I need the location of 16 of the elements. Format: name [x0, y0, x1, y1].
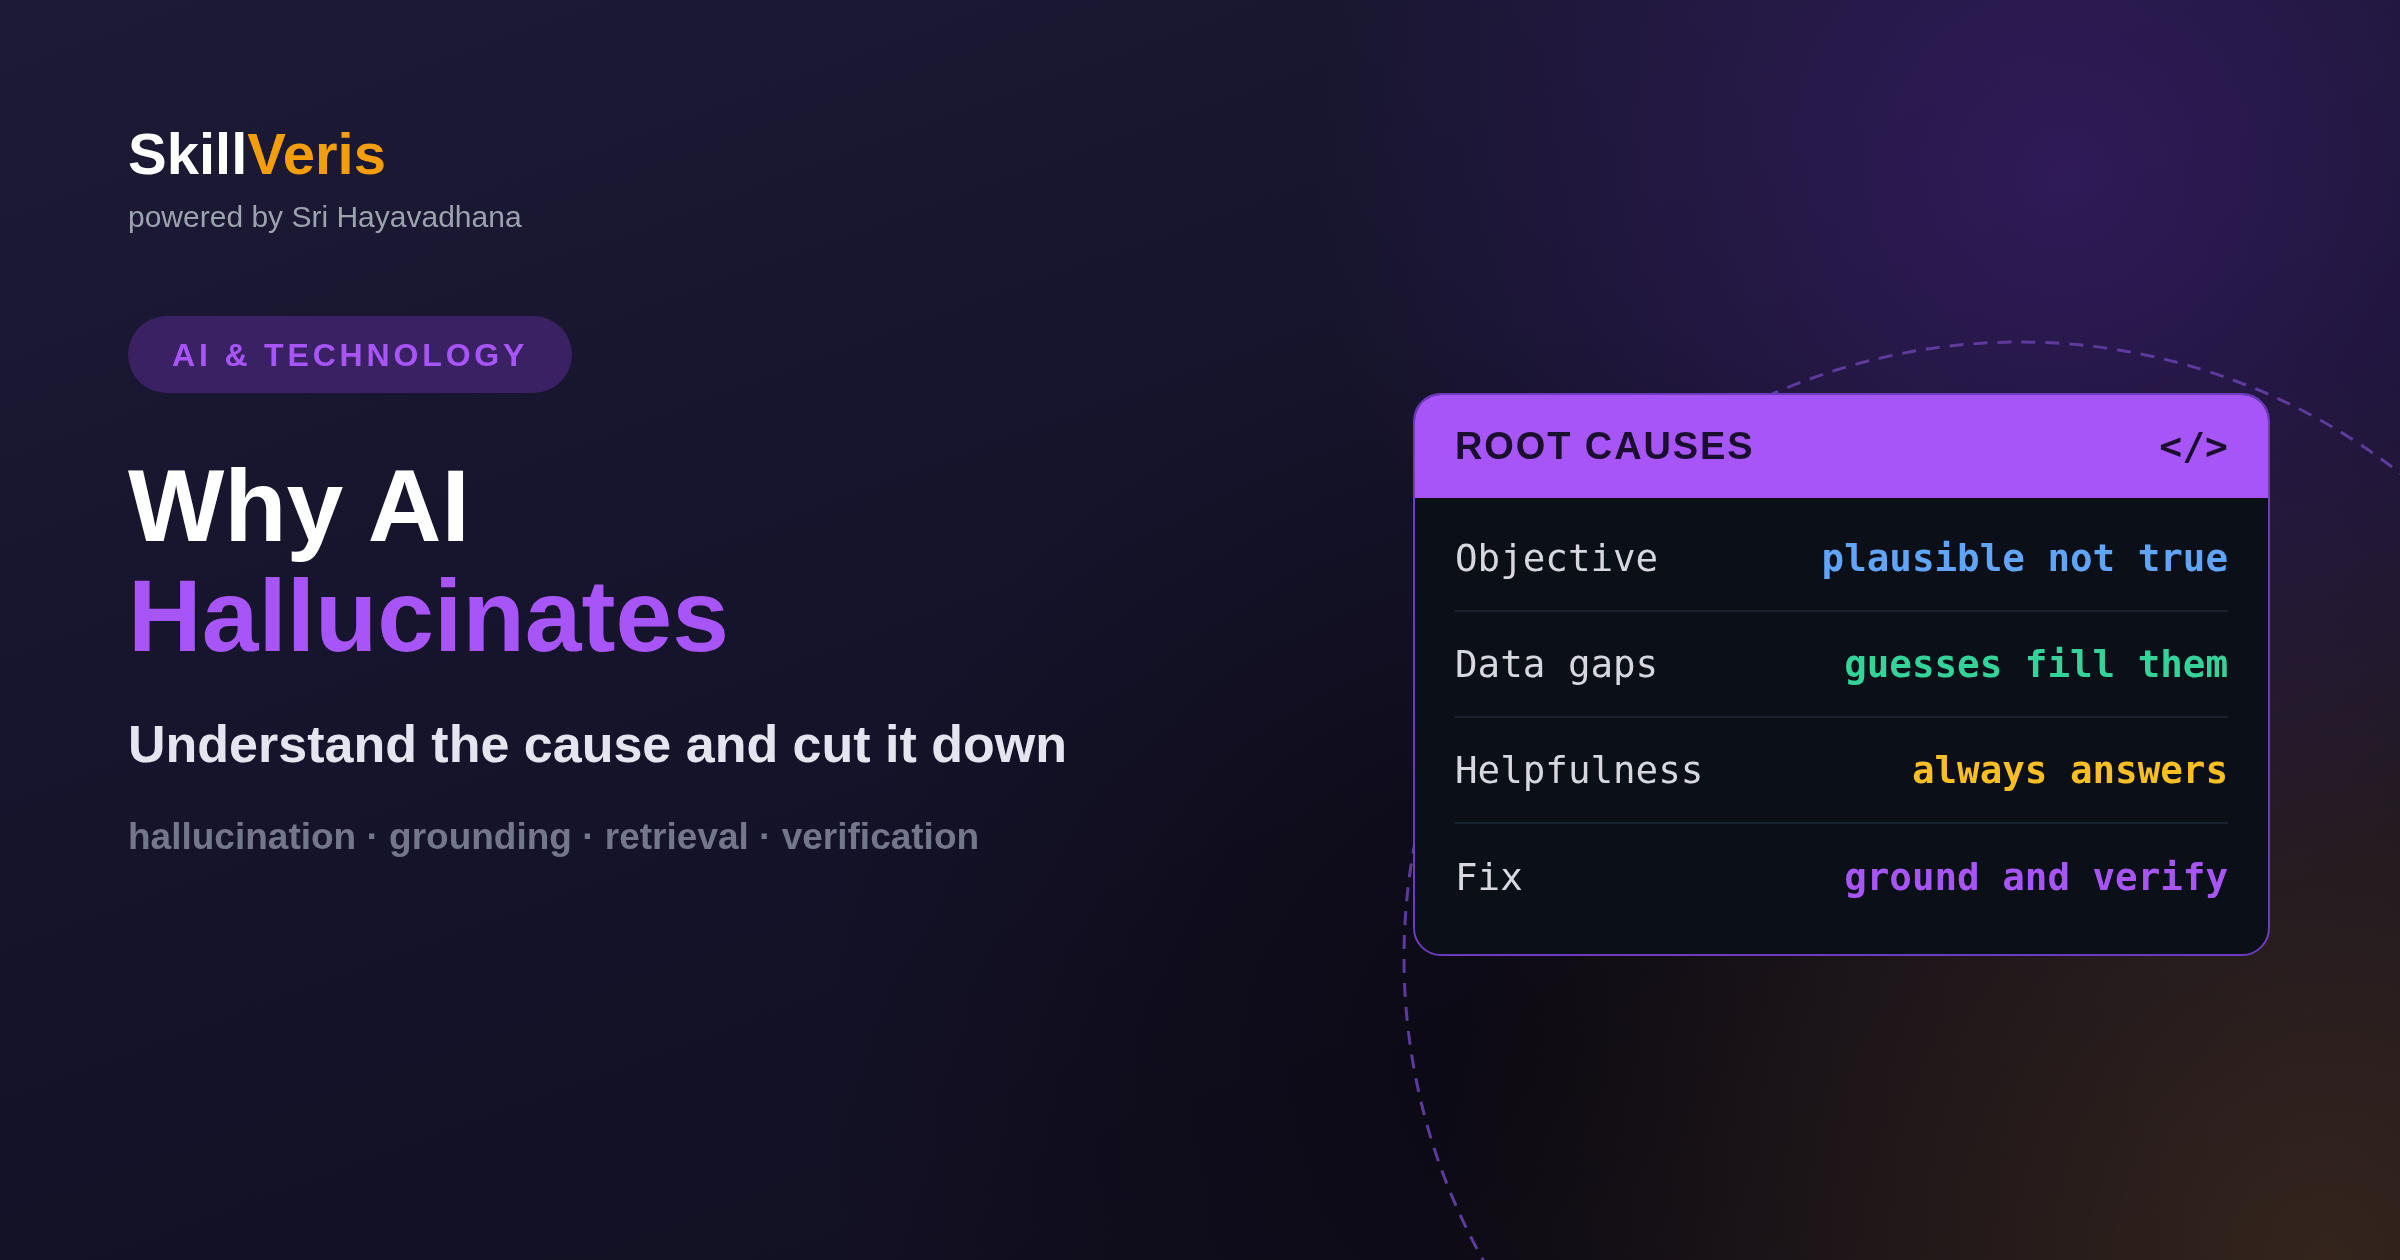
logo-text: SkillVeris — [128, 124, 386, 184]
row-label: Fix — [1455, 853, 1523, 901]
tagline: powered by Sri Hayavadhana — [128, 202, 522, 232]
row-value: always answers — [1911, 746, 2228, 794]
row-label: Helpfulness — [1455, 746, 1704, 794]
headline: Why AI Hallucinates — [128, 451, 729, 671]
row-value: plausible not true — [1821, 534, 2228, 582]
category-badge: AI & TECHNOLOGY — [128, 316, 573, 393]
row-label: Objective — [1455, 534, 1659, 582]
row-value: ground and verify — [1844, 853, 2228, 901]
card-title: ROOT CAUSES — [1455, 424, 1755, 469]
subtitle: Understand the cause and cut it down — [128, 718, 1067, 770]
row-label: Data gaps — [1455, 640, 1659, 688]
code-symbol: </> — [2159, 423, 2228, 470]
keywords-text: hallucination · grounding · retrieval · verification — [128, 818, 980, 855]
row-value: guesses fill them — [1844, 640, 2228, 688]
